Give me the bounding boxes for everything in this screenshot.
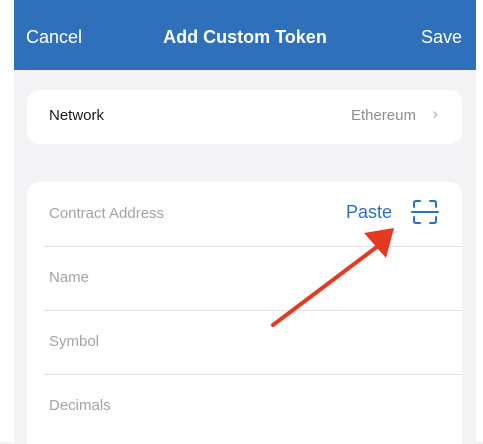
save-button[interactable]: Save: [421, 27, 462, 48]
contract-address-field[interactable]: Contract Address Paste: [43, 182, 462, 247]
frame-left-edge: [0, 0, 14, 442]
network-label: Network: [49, 107, 105, 124]
decimals-placeholder: Decimals: [49, 397, 111, 414]
symbol-field[interactable]: Symbol: [43, 310, 462, 375]
scan-qr-icon[interactable]: [410, 197, 440, 227]
network-selector[interactable]: Network Ethereum ›: [27, 90, 462, 144]
frame-right-edge: [476, 0, 483, 442]
symbol-placeholder: Symbol: [49, 333, 100, 350]
name-placeholder: Name: [49, 269, 90, 286]
network-value: Ethereum: [350, 107, 416, 124]
navigation-bar: Cancel Add Custom Token Save: [14, 0, 476, 70]
contract-address-placeholder: Contract Address: [49, 205, 165, 222]
decimals-field[interactable]: Decimals: [43, 374, 462, 438]
chevron-right-icon: ›: [432, 104, 438, 123]
name-field[interactable]: Name: [43, 246, 462, 311]
page-title: Add Custom Token: [163, 27, 327, 47]
token-fields-card: Contract Address Paste Name Symbol Decim…: [27, 182, 462, 444]
paste-button[interactable]: Paste: [346, 202, 392, 223]
